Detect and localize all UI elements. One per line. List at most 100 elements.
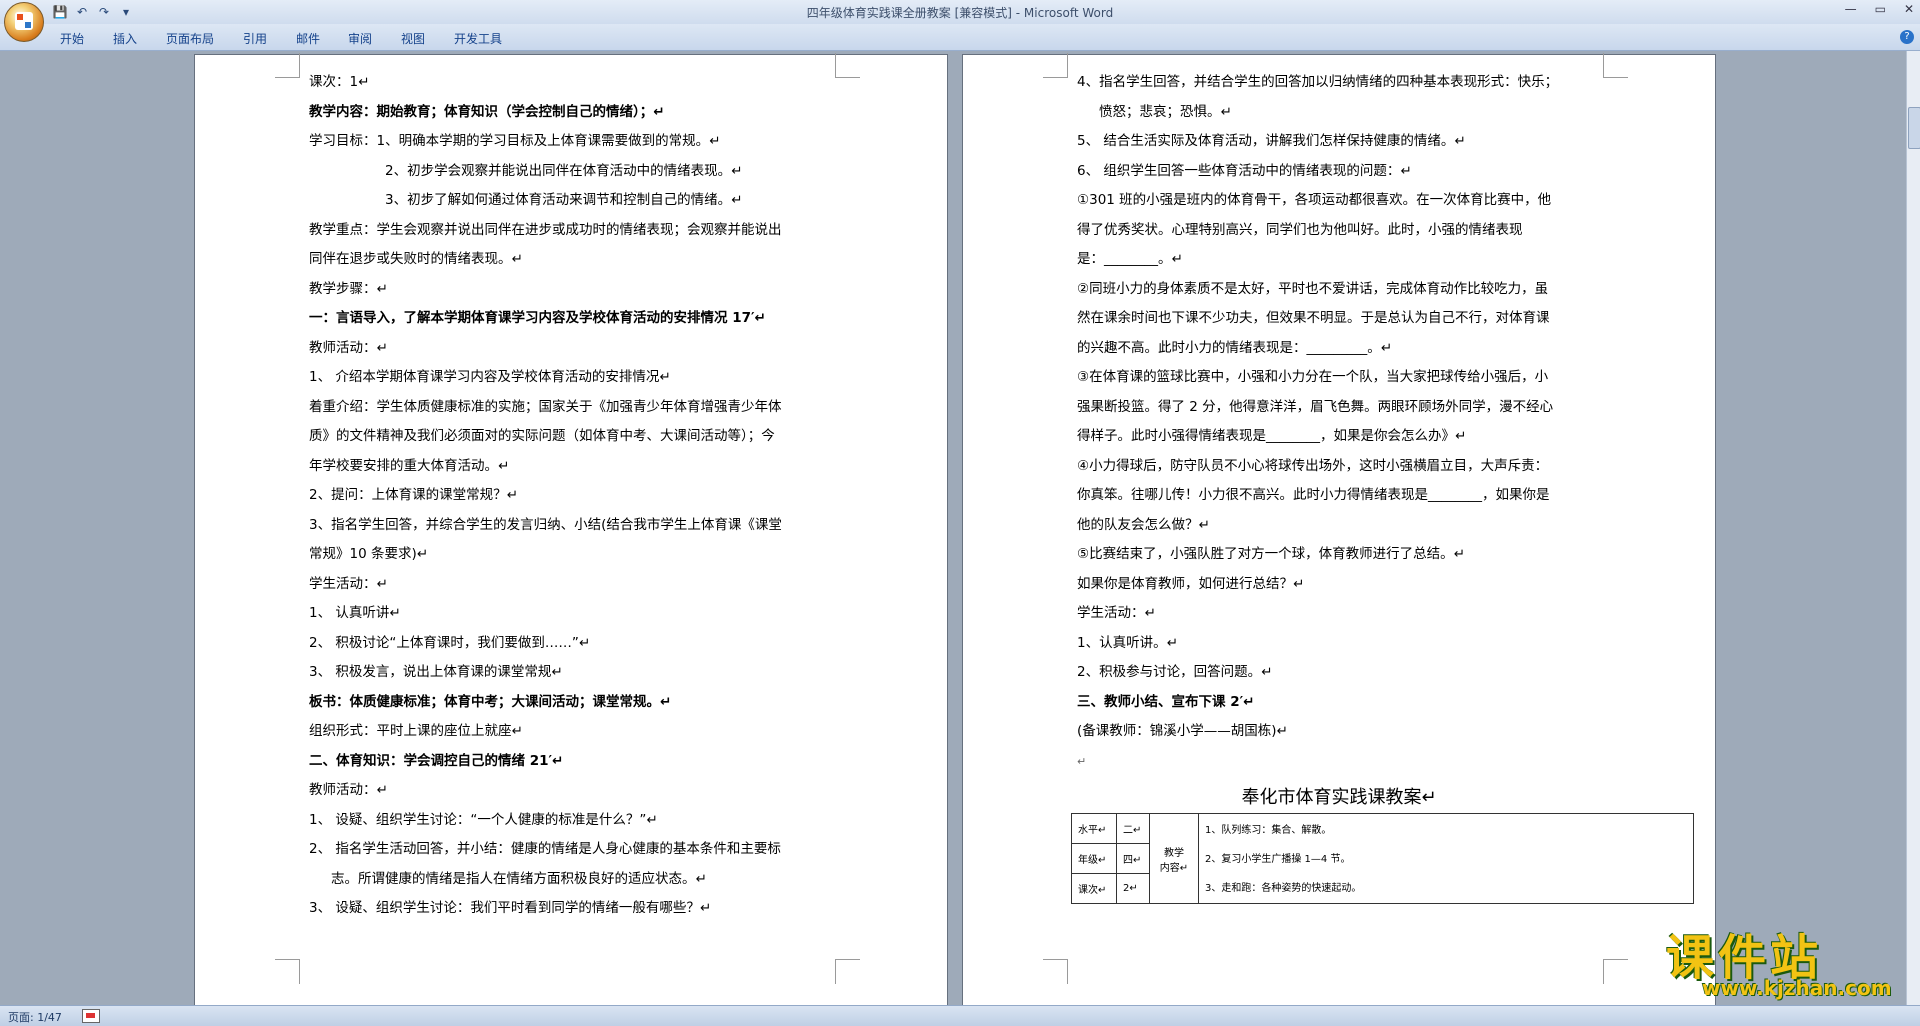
text-line[interactable]: 3、 积极发言，说出上体育课的课堂常规↵ bbox=[309, 658, 782, 688]
maximize-button[interactable]: ▭ bbox=[1875, 2, 1886, 16]
text-line[interactable]: 教学重点：学生会观察并说出同伴在进步或成功时的情绪表现；会观察并能说出 bbox=[309, 216, 782, 246]
document-page-1[interactable]: 课次：1↵ 教学内容：期始教育；体育知识（学会控制自己的情绪）；↵ 学习目标：1、明… bbox=[195, 53, 947, 1005]
text-line[interactable]: 志。所谓健康的情绪是指人在情绪方面积极良好的适应状态。↵ bbox=[309, 865, 782, 895]
table-cell: 水平↵ bbox=[1071, 813, 1117, 844]
scroll-up-icon[interactable] bbox=[1908, 81, 1920, 93]
text-line[interactable]: 组织形式：平时上课的座位上就座↵ bbox=[309, 717, 782, 747]
text-line[interactable]: 5、 结合生活实际及体育活动，讲解我们怎样保持健康的情绪。↵ bbox=[1077, 127, 1558, 157]
help-icon[interactable]: ? bbox=[1900, 30, 1914, 44]
text-line[interactable]: 教师活动：↵ bbox=[309, 776, 782, 806]
table-cell-content: 1、队列练习：集合、解散。 2、复习小学生广播操 1—4 节。 3、走和跑：各种… bbox=[1198, 813, 1694, 904]
text-line[interactable]: 2、 指名学生活动回答，并小结：健康的情绪是人身心健康的基本条件和主要标 bbox=[309, 835, 782, 865]
text-line[interactable]: 6、 组织学生回答一些体育活动中的情绪表现的问题：↵ bbox=[1077, 157, 1558, 187]
text-line[interactable]: 2、提问：上体育课的课堂常规？↵ bbox=[309, 481, 782, 511]
lesson-plan-title: 奉化市体育实践课教案↵ bbox=[1241, 787, 1437, 808]
ribbon-tabs: 开始 插入 页面布局 引用 邮件 审阅 视图 开发工具 ? bbox=[0, 24, 1920, 51]
text-line[interactable]: 教学步骤：↵ bbox=[309, 275, 782, 305]
text-line[interactable]: 4、指名学生回答，并结合学生的回答加以归纳情绪的四种基本表现形式：快乐； bbox=[1077, 68, 1558, 98]
text-line[interactable]: 三、教师小结、宣布下课 2′↵ bbox=[1077, 688, 1558, 718]
text-line[interactable]: (备课教师：锦溪小学——胡国栋)↵ bbox=[1077, 717, 1558, 747]
close-button[interactable]: ✕ bbox=[1904, 2, 1914, 16]
text-line[interactable]: 2、 积极讨论“上体育课时，我们要做到……”↵ bbox=[309, 629, 782, 659]
text-line[interactable]: 如果你是体育教师，如何进行总结？↵ bbox=[1077, 570, 1558, 600]
text-line[interactable]: 你真笨。往哪儿传！小力很不高兴。此时小力得情绪表现是________，如果你是 bbox=[1077, 481, 1558, 511]
text-line[interactable]: 同伴在退步或失败时的情绪表现。↵ bbox=[309, 245, 782, 275]
lesson-plan-table[interactable]: 水平↵ 二↵ 教学 内容↵ 1、队列练习：集合、解散。 2、复习小学生广播操 1… bbox=[1071, 813, 1694, 904]
tab-references[interactable]: 引用 bbox=[243, 30, 267, 47]
text-line[interactable]: 教学内容：期始教育；体育知识（学会控制自己的情绪）；↵ bbox=[309, 98, 782, 128]
text-line[interactable]: ①301 班的小强是班内的体育骨干，各项运动都很喜欢。在一次体育比赛中，他 bbox=[1077, 186, 1558, 216]
table-cell: 四↵ bbox=[1116, 843, 1150, 874]
text-line[interactable]: 强果断投篮。得了 2 分，他得意洋洋，眉飞色舞。两眼环顾场外同学，漫不经心 bbox=[1077, 393, 1558, 423]
watermark-logo: 课件站 www.kjzhan.com bbox=[1666, 918, 1916, 1002]
tab-page-layout[interactable]: 页面布局 bbox=[166, 30, 214, 47]
list-item: 1、队列练习：集合、解散。 bbox=[1205, 825, 1332, 836]
text-line[interactable]: 的兴趣不高。此时小力的情绪表现是：_________。↵ bbox=[1077, 334, 1558, 364]
text-line[interactable]: ④小力得球后，防守队员不小心将球传出场外，这时小强横眉立目，大声斥责： bbox=[1077, 452, 1558, 482]
window-controls: — ▭ ✕ bbox=[1845, 2, 1914, 16]
text-line[interactable]: 3、初步了解如何通过体育活动来调节和控制自己的情绪。↵ bbox=[309, 186, 782, 216]
margin-corner-mark bbox=[835, 959, 860, 984]
document-page-2[interactable]: 4、指名学生回答，并结合学生的回答加以归纳情绪的四种基本表现形式：快乐； 愤怒；悲… bbox=[963, 53, 1715, 1005]
margin-corner-mark bbox=[1603, 959, 1628, 984]
list-item: 3、走和跑：各种姿势的快速起动。 bbox=[1205, 883, 1362, 894]
text-line[interactable]: 学生活动：↵ bbox=[309, 570, 782, 600]
table-cell: 2↵ bbox=[1116, 873, 1150, 904]
text-line[interactable]: 二、体育知识：学会调控自己的情绪 21′↵ bbox=[309, 747, 782, 777]
office-button[interactable] bbox=[4, 2, 44, 42]
text-line[interactable]: 教师活动：↵ bbox=[309, 334, 782, 364]
tab-mailings[interactable]: 邮件 bbox=[296, 30, 320, 47]
text-line[interactable]: 学习目标：1、明确本学期的学习目标及上体育课需要做到的常规。↵ bbox=[309, 127, 782, 157]
text-line[interactable]: 得样子。此时小强得情绪表现是________，如果是你会怎么办》↵ bbox=[1077, 422, 1558, 452]
list-item: 2、复习小学生广播操 1—4 节。 bbox=[1205, 854, 1351, 865]
text-line[interactable]: 着重介绍：学生体质健康标准的实施；国家关于《加强青少年体育增强青少年体 bbox=[309, 393, 782, 423]
scroll-thumb[interactable] bbox=[1908, 107, 1920, 149]
tab-home[interactable]: 开始 bbox=[60, 30, 84, 47]
tab-insert[interactable]: 插入 bbox=[113, 30, 137, 47]
text-line[interactable]: 学生活动：↵ bbox=[1077, 599, 1558, 629]
tab-review[interactable]: 审阅 bbox=[348, 30, 372, 47]
margin-corner-mark bbox=[835, 53, 860, 78]
window-title: 四年级体育实践课全册教案 [兼容模式] - Microsoft Word bbox=[806, 6, 1114, 20]
text-line[interactable]: 3、指名学生回答，并综合学生的发言归纳、小结(结合我市学生上体育课《课堂 bbox=[309, 511, 782, 541]
vertical-scrollbar[interactable] bbox=[1906, 51, 1920, 1005]
margin-corner-mark bbox=[275, 959, 300, 984]
text-line[interactable]: 质》的文件精神及我们必须面对的实际问题（如体育中考、大课间活动等）；今 bbox=[309, 422, 782, 452]
text-line[interactable]: 2、初步学会观察并能说出同伴在体育活动中的情绪表现。↵ bbox=[309, 157, 782, 187]
text-line[interactable]: ⑤比赛结束了，小强队胜了对方一个球，体育教师进行了总结。↵ bbox=[1077, 540, 1558, 570]
text-line[interactable]: 1、 介绍本学期体育课学习内容及学校体育活动的安排情况↵ bbox=[309, 363, 782, 393]
text-line[interactable]: 3、 设疑、组织学生讨论：我们平时看到同学的情绪一般有哪些？↵ bbox=[309, 894, 782, 924]
text-line[interactable]: 1、 认真听讲↵ bbox=[309, 599, 782, 629]
text-line[interactable]: 然在课余时间也下课不少功夫，但效果不明显。于是总认为自己不行，对体育课 bbox=[1077, 304, 1558, 334]
text-line[interactable]: 常规》10 条要求)↵ bbox=[309, 540, 782, 570]
tab-view[interactable]: 视图 bbox=[401, 30, 425, 47]
page-count[interactable]: 页面: 1/47 bbox=[8, 1009, 62, 1025]
text-line[interactable]: ↵ bbox=[1077, 747, 1558, 777]
page-2-text[interactable]: 4、指名学生回答，并结合学生的回答加以归纳情绪的四种基本表现形式：快乐； 愤怒；悲… bbox=[1077, 68, 1558, 776]
proofing-icon[interactable] bbox=[82, 1009, 100, 1023]
text-line[interactable]: ②同班小力的身体素质不是太好，平时也不爱讲话，完成体育动作比较吃力，虽 bbox=[1077, 275, 1558, 305]
text-line[interactable]: ③在体育课的篮球比赛中，小强和小力分在一个队，当大家把球传给小强后，小 bbox=[1077, 363, 1558, 393]
tab-developer[interactable]: 开发工具 bbox=[454, 30, 502, 47]
text-line[interactable]: 1、 设疑、组织学生讨论：“一个人健康的标准是什么？”↵ bbox=[309, 806, 782, 836]
table-cell: 课次↵ bbox=[1071, 873, 1117, 904]
text-line[interactable]: 2、积极参与讨论，回答问题。↵ bbox=[1077, 658, 1558, 688]
text-line[interactable]: 愤怒；悲哀；恐惧。↵ bbox=[1077, 98, 1558, 128]
margin-corner-mark bbox=[275, 53, 300, 78]
table-cell: 教学 内容↵ bbox=[1149, 813, 1199, 904]
text-line[interactable]: 板书：体质健康标准；体育中考；大课间活动；课堂常规。↵ bbox=[309, 688, 782, 718]
text-line[interactable]: 是：________。↵ bbox=[1077, 245, 1558, 275]
minimize-button[interactable]: — bbox=[1845, 2, 1857, 16]
text-line[interactable]: 课次：1↵ bbox=[309, 68, 782, 98]
margin-corner-mark bbox=[1043, 959, 1068, 984]
ruler-toggle-icon[interactable] bbox=[1908, 53, 1920, 65]
text-line[interactable]: 一：言语导入，了解本学期体育课学习内容及学校体育活动的安排情况 17′↵ bbox=[309, 304, 782, 334]
text-line[interactable]: 1、认真听讲。↵ bbox=[1077, 629, 1558, 659]
watermark-url: www.kjzhan.com bbox=[1702, 976, 1892, 1000]
status-bar: 页面: 1/47 bbox=[0, 1005, 1920, 1026]
text-line[interactable]: 他的队友会怎么做？↵ bbox=[1077, 511, 1558, 541]
text-line[interactable]: 得了优秀奖状。心理特别高兴，同学们也为他叫好。此时，小强的情绪表现 bbox=[1077, 216, 1558, 246]
text-line[interactable]: 年学校要安排的重大体育活动。↵ bbox=[309, 452, 782, 482]
margin-corner-mark bbox=[1043, 53, 1068, 78]
page-1-text[interactable]: 课次：1↵ 教学内容：期始教育；体育知识（学会控制自己的情绪）；↵ 学习目标：1、明… bbox=[309, 68, 782, 924]
